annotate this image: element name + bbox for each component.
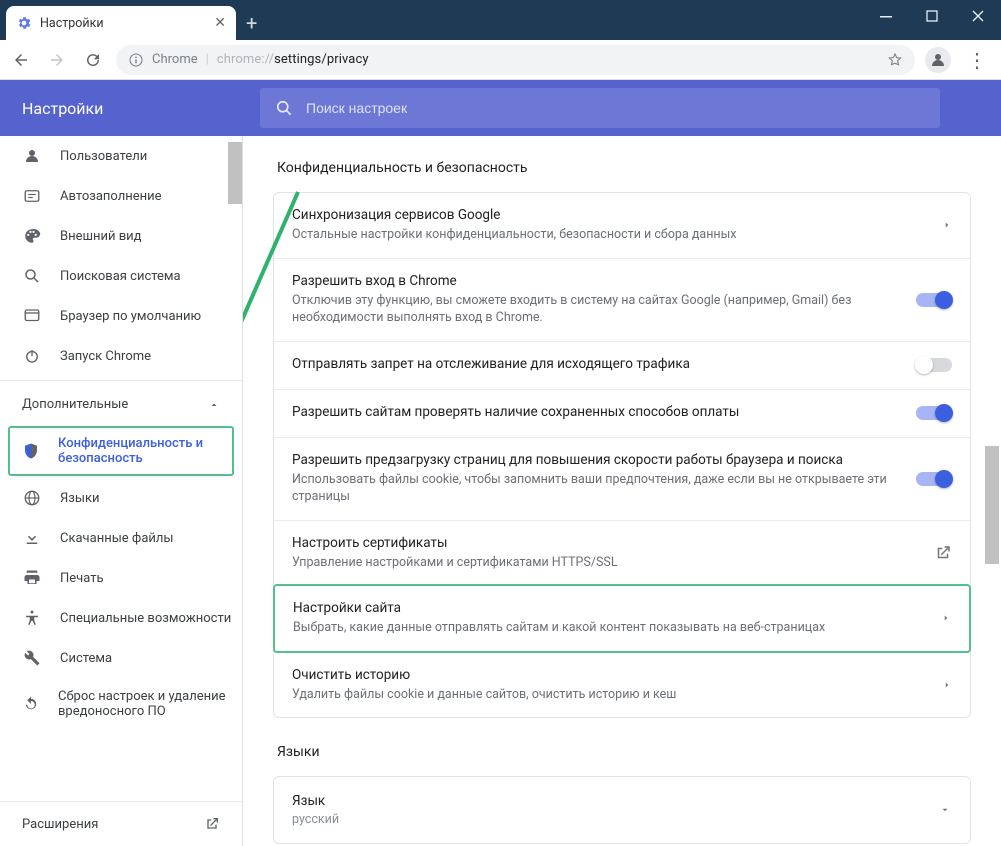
search-icon [22, 267, 42, 285]
sidebar-item-extensions[interactable]: Расширения [0, 801, 242, 846]
site-info-icon[interactable] [128, 52, 144, 68]
download-icon [22, 529, 42, 547]
external-link-icon [204, 816, 220, 832]
settings-main: Конфиденциальность и безопасность Синхро… [243, 136, 1001, 846]
search-icon [274, 98, 294, 118]
window-close-button[interactable] [955, 0, 1001, 32]
settings-sidebar: Пользователи Автозаполнение Внешний вид … [0, 136, 243, 846]
sidebar-item-print[interactable]: Печать [0, 558, 242, 598]
profile-avatar[interactable] [925, 47, 951, 73]
window-minimize-button[interactable] [863, 0, 909, 32]
toggle-preload[interactable] [916, 472, 952, 486]
sidebar-item-startup[interactable]: Запуск Chrome [0, 336, 242, 376]
url-label-prefix: Chrome [152, 52, 198, 67]
power-icon [22, 347, 42, 365]
main-scrollbar-thumb[interactable] [985, 446, 999, 564]
row-payment-check: Разрешить сайтам проверять наличие сохра… [274, 389, 970, 437]
window-controls [863, 0, 1001, 32]
nav-back-button[interactable] [8, 47, 34, 73]
sidebar-item-autofill[interactable]: Автозаполнение [0, 176, 242, 216]
toggle-dnt[interactable] [916, 358, 952, 372]
globe-icon [22, 489, 42, 507]
reset-icon [22, 695, 40, 713]
row-clear-history[interactable]: Очистить историюУдалить файлы cookie и д… [274, 652, 970, 718]
section-title-privacy: Конфиденциальность и безопасность [277, 160, 971, 176]
browser-toolbar: Chrome | chrome://settings/privacy ⋮ [0, 40, 1001, 80]
settings-title: Настройки [0, 99, 260, 118]
nav-reload-button[interactable] [80, 47, 106, 73]
new-tab-button[interactable]: + [236, 11, 267, 35]
row-certificates[interactable]: Настроить сертификатыУправление настройк… [274, 520, 970, 586]
wrench-icon [22, 649, 42, 667]
settings-app: Настройки Пользователи Автозаполнение Вн… [0, 80, 1001, 846]
tab-close-icon[interactable]: ✕ [214, 15, 226, 31]
tabstrip: Настройки ✕ + [0, 0, 267, 40]
user-icon [22, 147, 42, 165]
sidebar-item-system[interactable]: Система [0, 638, 242, 678]
bookmark-star-icon[interactable] [887, 52, 903, 68]
sidebar-item-privacy[interactable]: Конфиденциальность и безопасность [8, 426, 234, 476]
settings-search-area [260, 88, 1001, 128]
settings-header: Настройки [0, 80, 1001, 136]
address-bar[interactable]: Chrome | chrome://settings/privacy [116, 45, 915, 75]
sidebar-advanced-toggle[interactable]: Дополнительные [0, 385, 242, 424]
print-icon [22, 569, 42, 587]
gear-icon [16, 15, 32, 31]
window-maximize-button[interactable] [909, 0, 955, 32]
sidebar-item-users[interactable]: Пользователи [0, 136, 242, 176]
tab-title: Настройки [40, 16, 206, 31]
row-sync[interactable]: Синхронизация сервисов GoogleОстальные н… [274, 193, 970, 258]
languages-card: Язык русский [273, 776, 971, 844]
palette-icon [22, 227, 42, 245]
row-dnt: Отправлять запрет на отслеживание для ис… [274, 341, 970, 389]
chevron-up-icon [208, 399, 220, 411]
privacy-card: Синхронизация сервисов GoogleОстальные н… [273, 192, 971, 718]
row-site-settings[interactable]: Настройки сайтаВыбрать, какие данные отп… [273, 584, 971, 653]
sidebar-item-reset[interactable]: Сброс настроек и удаление вредоносного П… [0, 678, 242, 730]
chevron-down-icon [938, 805, 952, 815]
sidebar-item-appearance[interactable]: Внешний вид [0, 216, 242, 256]
sidebar-item-search-engine[interactable]: Поисковая система [0, 256, 242, 296]
browser-icon [22, 307, 42, 325]
browser-menu-button[interactable]: ⋮ [961, 48, 993, 72]
settings-search[interactable] [260, 88, 940, 128]
sidebar-separator [0, 380, 242, 381]
shield-icon [22, 442, 40, 460]
sidebar-item-downloads[interactable]: Скачанные файлы [0, 518, 242, 558]
window-titlebar: Настройки ✕ + [0, 0, 1001, 40]
external-link-icon [934, 544, 952, 562]
row-preload: Разрешить предзагрузку страниц для повыш… [274, 437, 970, 520]
chevron-right-icon [941, 611, 951, 625]
url-text: chrome://settings/privacy [217, 52, 369, 67]
chevron-right-icon [942, 678, 952, 692]
toggle-payment-check[interactable] [916, 406, 952, 420]
chevron-right-icon [942, 218, 952, 232]
nav-forward-button[interactable] [44, 47, 70, 73]
autofill-icon [22, 187, 42, 205]
settings-search-input[interactable] [306, 100, 926, 116]
row-allow-signin: Разрешить вход в ChromeОтключив эту функ… [274, 258, 970, 341]
browser-tab[interactable]: Настройки ✕ [6, 6, 236, 40]
section-title-languages: Языки [277, 744, 971, 760]
sidebar-scrollbar-thumb[interactable] [228, 142, 242, 204]
sidebar-item-default-browser[interactable]: Браузер по умолчанию [0, 296, 242, 336]
accessibility-icon [22, 609, 42, 627]
sidebar-item-languages[interactable]: Языки [0, 478, 242, 518]
row-language[interactable]: Язык русский [274, 777, 970, 843]
toggle-allow-signin[interactable] [916, 293, 952, 307]
sidebar-item-accessibility[interactable]: Специальные возможности [0, 598, 242, 638]
